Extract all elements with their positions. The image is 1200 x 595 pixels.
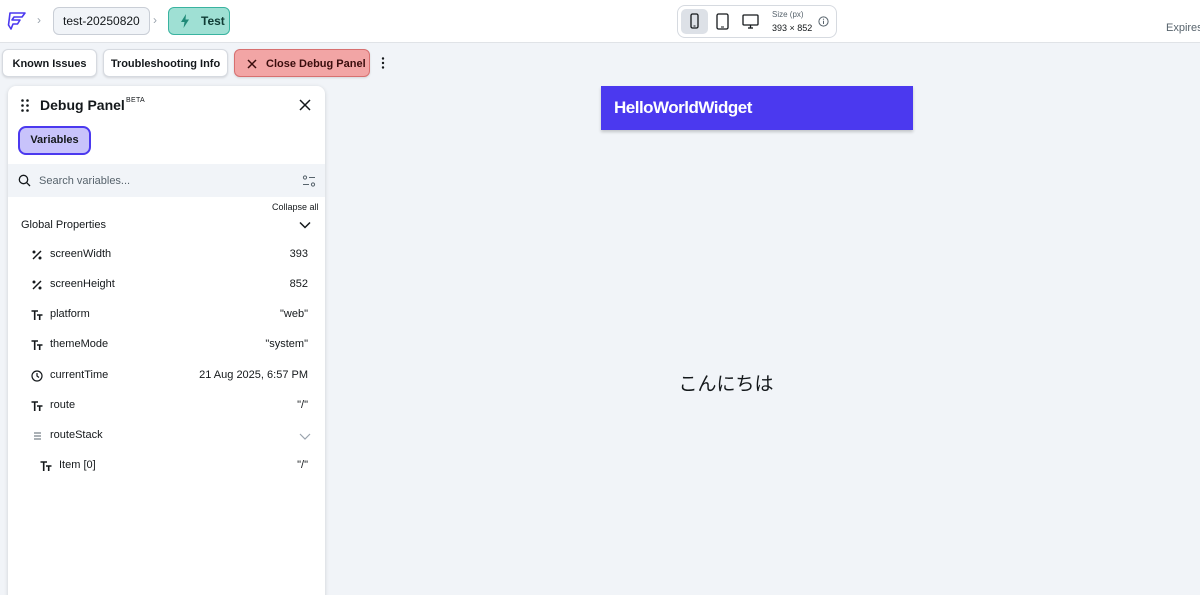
variable-value: "/" — [297, 459, 308, 471]
more-options-icon[interactable] — [378, 56, 388, 70]
variable-row-screenwidth[interactable]: screenWidth 393 — [8, 246, 325, 266]
variable-value: 21 Aug 2025, 6:57 PM — [199, 369, 308, 381]
search-icon — [18, 174, 31, 187]
list-type-icon — [34, 432, 41, 440]
close-debug-panel-button[interactable]: Close Debug Panel — [234, 49, 370, 77]
drag-handle-icon[interactable] — [21, 99, 29, 112]
variable-row-item-0[interactable]: Item [0] "/" — [8, 457, 325, 477]
close-icon — [247, 59, 257, 69]
desktop-icon — [742, 14, 759, 29]
variable-name: screenWidth — [50, 248, 112, 260]
variable-row-thememode[interactable]: themeMode "system" — [8, 336, 325, 356]
text-type-icon — [31, 401, 43, 411]
number-type-icon — [32, 280, 42, 290]
clock-type-icon — [31, 370, 43, 382]
global-properties-header[interactable]: Global Properties — [21, 219, 106, 231]
troubleshooting-info-button[interactable]: Troubleshooting Info — [103, 49, 228, 77]
collapse-all-link[interactable]: Collapse all — [272, 202, 319, 212]
expires-label: Expires — [1166, 22, 1200, 34]
number-type-icon — [32, 250, 42, 260]
app-bar-title: HelloWorldWidget — [614, 98, 752, 117]
app-bar: HelloWorldWidget — [601, 86, 913, 130]
variable-name: route — [50, 399, 76, 411]
info-icon[interactable] — [818, 16, 829, 27]
tab-variables[interactable]: Variables — [18, 126, 91, 155]
chevron-down-icon[interactable] — [299, 433, 311, 440]
breadcrumb-separator-icon: › — [153, 13, 157, 27]
debug-panel-title: Debug Panel — [40, 97, 125, 113]
variable-name: Item [0] — [59, 459, 96, 471]
text-type-icon — [31, 310, 43, 320]
variable-value: 852 — [289, 278, 308, 290]
close-debug-panel-label: Close Debug Panel — [266, 58, 366, 70]
variable-value: "/" — [297, 399, 308, 411]
body-text: こんにちは — [678, 373, 774, 395]
phone-icon — [690, 13, 699, 29]
filter-icon[interactable] — [302, 174, 316, 188]
known-issues-button[interactable]: Known Issues — [2, 49, 97, 77]
breadcrumb-page-label: Test — [201, 14, 225, 28]
text-type-icon — [40, 461, 52, 471]
variable-name: currentTime — [50, 369, 109, 381]
breadcrumb-separator-icon: › — [37, 13, 41, 27]
close-icon[interactable] — [299, 99, 311, 111]
tablet-device-button[interactable] — [709, 9, 736, 34]
beta-badge: BETA — [126, 97, 145, 104]
device-size-selector: Size (px) 393 × 852 — [677, 5, 837, 38]
variable-row-screenheight[interactable]: screenHeight 852 — [8, 276, 325, 296]
debug-panel: Debug Panel BETA Variables Collapse all … — [8, 86, 325, 595]
variable-name: screenHeight — [50, 278, 115, 290]
search-input[interactable] — [39, 171, 289, 191]
breadcrumb-project[interactable]: test-20250820 — [53, 7, 150, 35]
variable-row-currenttime[interactable]: currentTime 21 Aug 2025, 6:57 PM — [8, 367, 325, 387]
phone-device-button[interactable] — [681, 9, 708, 34]
text-type-icon — [31, 340, 43, 350]
variable-value: "system" — [265, 338, 308, 350]
desktop-device-button[interactable] — [737, 9, 764, 34]
variable-name: platform — [50, 308, 90, 320]
top-bar: › test-20250820 › Test Size (px) 393 × 8… — [0, 0, 1200, 43]
variable-row-platform[interactable]: platform "web" — [8, 306, 325, 326]
bolt-icon — [181, 14, 189, 28]
variable-value: "web" — [280, 308, 308, 320]
variable-value: 393 — [289, 248, 308, 260]
size-value: 393 × 852 — [772, 23, 813, 33]
variable-row-routestack[interactable]: routeStack — [8, 427, 325, 447]
chevron-down-icon[interactable] — [299, 221, 311, 229]
variable-name: themeMode — [50, 338, 109, 350]
search-bar — [8, 164, 325, 197]
tablet-icon — [716, 13, 729, 30]
breadcrumb-page[interactable]: Test — [168, 7, 230, 35]
variable-name: routeStack — [50, 429, 103, 441]
size-label: Size (px) — [772, 10, 804, 19]
variable-row-route[interactable]: route "/" — [8, 397, 325, 417]
flutterflow-logo-icon[interactable] — [6, 10, 28, 32]
